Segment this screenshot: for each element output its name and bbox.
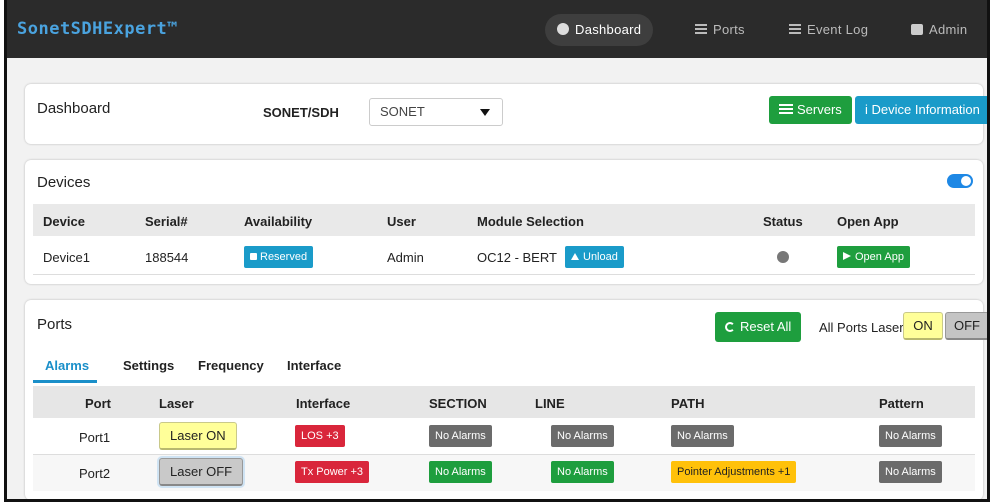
mode-select-value: SONET	[380, 104, 425, 119]
mode-label: SONET/SDH	[263, 105, 339, 120]
section-alarm-wrap[interactable]: No Alarms	[429, 461, 492, 483]
interface-alarm-wrap[interactable]: LOS +3	[295, 425, 345, 447]
line-alarm-wrap[interactable]: No Alarms	[551, 461, 614, 483]
servers-button[interactable]: Servers	[769, 96, 852, 124]
tab-interface[interactable]: Interface	[287, 358, 341, 373]
col-laser: Laser	[159, 396, 194, 411]
port1-path-badge[interactable]: No Alarms	[671, 425, 734, 447]
ports-panel: Ports Reset All All Ports Laser ON OFF A…	[25, 300, 987, 499]
tab-alarms[interactable]: Alarms	[45, 358, 89, 373]
port1-interface-badge[interactable]: LOS +3	[295, 425, 345, 447]
brand-logo[interactable]: SonetSDHExpert™	[17, 19, 178, 39]
col-open-app: Open App	[837, 214, 899, 229]
col-user: User	[387, 214, 416, 229]
lock-icon	[250, 253, 257, 260]
port2-section-badge[interactable]: No Alarms	[429, 461, 492, 483]
all-ports-laser-on-button[interactable]: ON	[903, 312, 943, 340]
list-icon	[695, 24, 707, 35]
upload-icon	[571, 253, 579, 260]
devices-panel: Devices Device Serial# Availability User…	[25, 160, 983, 284]
device-information-button[interactable]: i Device Information	[855, 96, 987, 124]
port2-line-badge[interactable]: No Alarms	[551, 461, 614, 483]
port2-path-badge[interactable]: Pointer Adjustments +1	[671, 461, 797, 483]
list-icon	[789, 24, 801, 35]
devices-title: Devices	[37, 174, 91, 191]
device-user: Admin	[387, 250, 424, 265]
col-line: LINE	[535, 396, 565, 411]
port2-interface-badge[interactable]: Tx Power +3	[295, 461, 370, 483]
top-navbar: SonetSDHExpert™ Dashboard Ports Event Lo…	[7, 0, 987, 58]
caret-down-icon	[480, 109, 490, 116]
port2-pattern-badge[interactable]: No Alarms	[879, 461, 942, 483]
nav-dashboard[interactable]: Dashboard	[545, 14, 654, 46]
row-divider	[33, 274, 975, 275]
availability-badge[interactable]: Reserved	[244, 246, 314, 268]
col-section: SECTION	[429, 396, 487, 411]
path-alarm-wrap[interactable]: Pointer Adjustments +1	[671, 461, 797, 483]
open-app-wrap[interactable]: Open App	[837, 246, 910, 268]
tab-settings[interactable]: Settings	[123, 358, 174, 373]
port-name: Port2	[79, 466, 111, 481]
nav-event-log-label: Event Log	[807, 22, 869, 37]
servers-button-label: Servers	[797, 102, 842, 117]
nav-dashboard-label: Dashboard	[575, 22, 642, 37]
all-ports-laser-label: All Ports Laser	[819, 320, 904, 335]
mode-select[interactable]: SONET	[369, 98, 503, 126]
unload-label: Unload	[583, 251, 618, 263]
device-serial: 188544	[145, 250, 189, 265]
reset-all-button[interactable]: Reset All	[715, 312, 802, 342]
col-path: PATH	[671, 396, 705, 411]
devices-toggle[interactable]	[947, 174, 973, 188]
reset-all-label: Reset All	[740, 319, 792, 334]
col-module-selection: Module Selection	[477, 214, 584, 229]
pattern-alarm-wrap[interactable]: No Alarms	[879, 425, 942, 447]
active-tab-underline	[33, 380, 97, 383]
col-availability: Availability	[244, 214, 313, 229]
col-interface: Interface	[296, 396, 351, 411]
open-app-label: Open App	[855, 251, 904, 263]
nav-ports[interactable]: Ports	[683, 14, 757, 46]
unload-button-wrap[interactable]: Unload	[565, 246, 624, 268]
col-status: Status	[763, 214, 803, 229]
list-icon	[779, 104, 793, 114]
port1-section-badge[interactable]: No Alarms	[429, 425, 492, 447]
reserved-button[interactable]: Reserved	[244, 246, 314, 268]
reserved-label: Reserved	[260, 251, 308, 263]
reset-icon	[725, 322, 735, 332]
port2-laser-button[interactable]: Laser OFF	[159, 458, 244, 486]
user-icon	[911, 24, 923, 35]
col-port: Port	[85, 396, 111, 411]
status-dot-icon	[777, 251, 789, 263]
unload-button[interactable]: Unload	[565, 246, 624, 268]
section-alarm-wrap[interactable]: No Alarms	[429, 425, 492, 447]
port1-laser-button[interactable]: Laser ON	[159, 422, 237, 450]
line-alarm-wrap[interactable]: No Alarms	[551, 425, 614, 447]
dashboard-title: Dashboard	[37, 100, 111, 117]
all-ports-laser-off-button[interactable]: OFF	[945, 312, 987, 340]
col-pattern: Pattern	[879, 396, 924, 411]
ports-title: Ports	[37, 316, 73, 333]
interface-alarm-wrap[interactable]: Tx Power +3	[295, 461, 370, 483]
port-name: Port1	[79, 430, 111, 445]
device-module: OC12 - BERT	[477, 250, 557, 265]
device-name: Device1	[43, 250, 90, 265]
open-app-button[interactable]: Open App	[837, 246, 910, 268]
col-device: Device	[43, 214, 85, 229]
nav-admin-label: Admin	[929, 22, 968, 37]
port1-line-badge[interactable]: No Alarms	[551, 425, 614, 447]
dashboard-panel: Dashboard SONET/SDH SONET Servers i Devi…	[25, 84, 987, 144]
device-information-label: i Device Information	[865, 102, 980, 117]
send-icon	[843, 252, 851, 260]
tab-frequency[interactable]: Frequency	[198, 358, 264, 373]
nav-event-log[interactable]: Event Log	[777, 14, 880, 46]
status-indicator	[777, 251, 789, 266]
col-serial: Serial#	[145, 214, 188, 229]
path-alarm-wrap[interactable]: No Alarms	[671, 425, 734, 447]
dashboard-icon	[557, 23, 569, 35]
app-frame: SonetSDHExpert™ Dashboard Ports Event Lo…	[4, 0, 990, 502]
port1-pattern-badge[interactable]: No Alarms	[879, 425, 942, 447]
nav-admin[interactable]: Admin	[899, 14, 979, 46]
pattern-alarm-wrap[interactable]: No Alarms	[879, 461, 942, 483]
nav-ports-label: Ports	[713, 22, 745, 37]
